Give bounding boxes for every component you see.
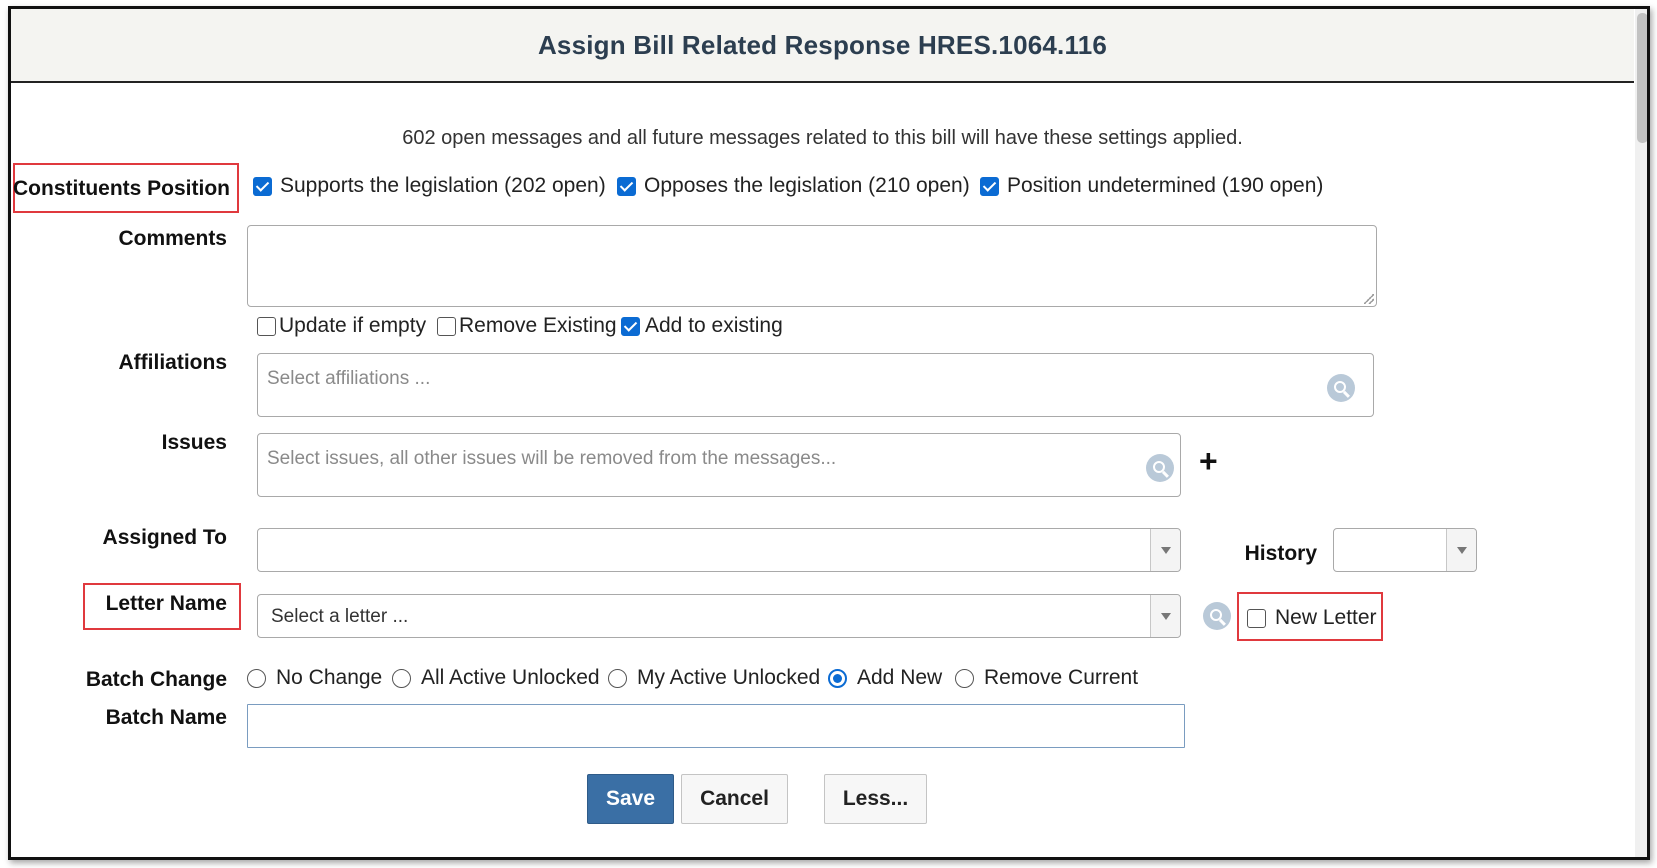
- scrollbar-thumb[interactable]: [1637, 13, 1647, 143]
- issues-search-icon[interactable]: [1146, 454, 1174, 482]
- add-to-existing-checkbox[interactable]: Add to existing: [621, 314, 783, 338]
- dropdown-arrow-icon[interactable]: [1446, 529, 1476, 571]
- dialog-window: Assign Bill Related Response HRES.1064.1…: [8, 6, 1650, 860]
- dropdown-arrow-icon[interactable]: [1150, 529, 1180, 571]
- radio-add-new[interactable]: Add New: [828, 666, 942, 690]
- radio-all-active-unlocked[interactable]: All Active Unlocked: [392, 666, 600, 690]
- radio-my-active-unlocked[interactable]: My Active Unlocked: [608, 666, 820, 690]
- letter-name-label: Letter Name: [105, 592, 227, 615]
- batch-name-input[interactable]: [247, 704, 1185, 748]
- batch-name-label: Batch Name: [105, 706, 227, 729]
- letter-placeholder: Select a letter ...: [271, 606, 409, 627]
- update-if-empty-checkbox[interactable]: Update if empty: [257, 314, 426, 338]
- dialog-header: Assign Bill Related Response HRES.1064.1…: [11, 9, 1634, 83]
- dropdown-arrow-icon[interactable]: [1150, 595, 1180, 637]
- position-supports-checkbox[interactable]: Supports the legislation (202 open): [253, 174, 606, 198]
- checkbox-supports-label: Supports the legislation (202 open): [280, 174, 606, 197]
- new-letter-label: New Letter: [1275, 606, 1377, 629]
- radio-add-new-label: Add New: [857, 666, 943, 689]
- add-to-existing-label: Add to existing: [645, 314, 783, 337]
- radio-remove-current-label: Remove Current: [984, 666, 1139, 689]
- checkbox-remove-existing[interactable]: [437, 316, 456, 336]
- save-button[interactable]: Save: [587, 774, 674, 824]
- affiliations-placeholder: Select affiliations ...: [267, 368, 431, 389]
- batch-change-label: Batch Change: [85, 668, 227, 691]
- position-undetermined-checkbox[interactable]: Position undetermined (190 open): [980, 174, 1323, 198]
- plus-icon[interactable]: +: [1199, 445, 1218, 477]
- update-if-empty-label: Update if empty: [279, 314, 427, 337]
- new-letter-checkbox[interactable]: New Letter: [1247, 606, 1377, 630]
- history-label: History: [1244, 542, 1317, 565]
- affiliations-search-icon[interactable]: [1327, 374, 1355, 402]
- radio-all-active-unlocked-label: All Active Unlocked: [421, 666, 600, 689]
- letter-search-icon[interactable]: [1203, 602, 1231, 630]
- issues-placeholder: Select issues, all other issues will be …: [267, 448, 837, 469]
- cancel-button[interactable]: Cancel: [681, 774, 788, 824]
- issues-select[interactable]: Select issues, all other issues will be …: [257, 433, 1181, 497]
- radio-my-active-unlocked-button[interactable]: [608, 668, 627, 688]
- radio-add-new-button[interactable]: [828, 668, 847, 688]
- position-opposes-checkbox[interactable]: Opposes the legislation (210 open): [617, 174, 970, 198]
- assigned-to-select[interactable]: [257, 528, 1181, 572]
- radio-no-change[interactable]: No Change: [247, 666, 382, 690]
- radio-my-active-unlocked-label: My Active Unlocked: [637, 666, 821, 689]
- comments-label: Comments: [118, 227, 227, 250]
- position-label: Constituents Position: [13, 177, 230, 200]
- info-message: 602 open messages and all future message…: [402, 127, 1243, 149]
- affiliations-label: Affiliations: [118, 351, 228, 374]
- radio-remove-current[interactable]: Remove Current: [955, 666, 1138, 690]
- remove-existing-checkbox[interactable]: Remove Existing: [437, 314, 617, 338]
- comments-textarea[interactable]: [247, 225, 1377, 307]
- resize-grip-icon[interactable]: [1364, 294, 1374, 304]
- checkbox-undetermined[interactable]: [980, 176, 999, 196]
- remove-existing-label: Remove Existing: [459, 314, 617, 337]
- checkbox-update-if-empty[interactable]: [257, 316, 276, 336]
- affiliations-select[interactable]: Select affiliations ...: [257, 353, 1374, 417]
- checkbox-supports[interactable]: [253, 176, 272, 196]
- checkbox-add-to-existing[interactable]: [621, 316, 640, 336]
- vertical-scrollbar[interactable]: [1635, 9, 1647, 857]
- radio-no-change-label: No Change: [276, 666, 383, 689]
- checkbox-opposes[interactable]: [617, 176, 636, 196]
- issues-label: Issues: [161, 431, 227, 454]
- letter-select[interactable]: Select a letter ...: [257, 594, 1181, 638]
- less-button[interactable]: Less...: [824, 774, 927, 824]
- radio-all-active-unlocked-button[interactable]: [392, 668, 411, 688]
- checkbox-undetermined-label: Position undetermined (190 open): [1007, 174, 1324, 197]
- dialog-title: Assign Bill Related Response HRES.1064.1…: [537, 29, 1108, 60]
- assigned-to-label: Assigned To: [102, 526, 227, 549]
- checkbox-opposes-label: Opposes the legislation (210 open): [644, 174, 970, 197]
- radio-no-change-button[interactable]: [247, 668, 266, 688]
- radio-remove-current-button[interactable]: [955, 668, 974, 688]
- history-select[interactable]: [1333, 528, 1477, 572]
- checkbox-new-letter[interactable]: [1247, 608, 1266, 628]
